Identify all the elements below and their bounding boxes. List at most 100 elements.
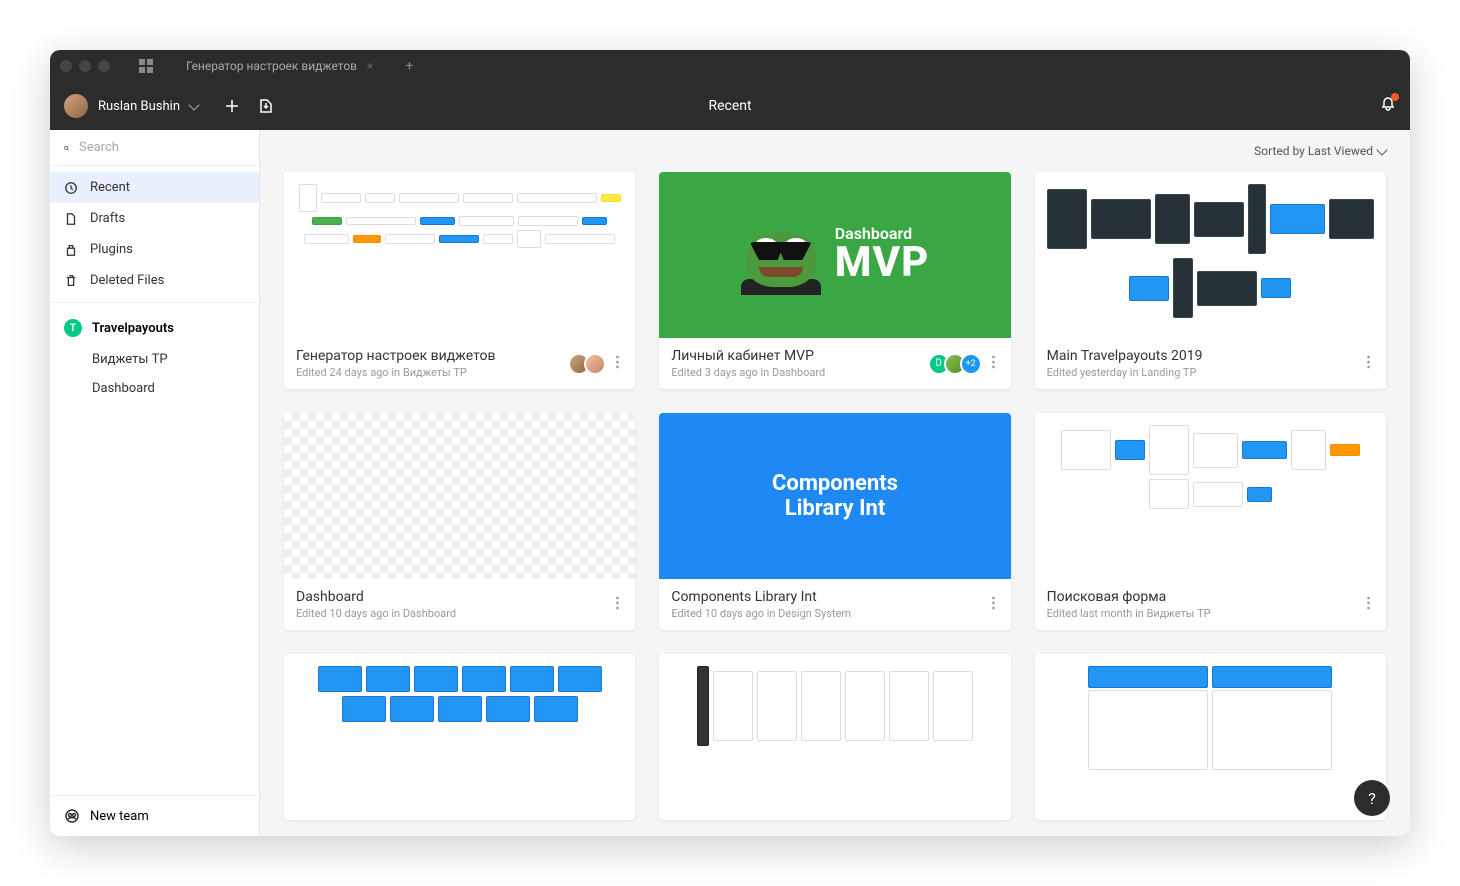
file-card[interactable]: Dashboard Edited 10 days ago in Dashboar… [284,413,635,630]
user-avatar [64,94,88,118]
user-menu[interactable]: Ruslan Bushin [64,94,198,118]
file-icon [64,212,78,226]
file-subtitle: Edited last month in Виджеты TP [1047,607,1363,620]
pepe-illustration [741,215,821,295]
file-subtitle: Edited 24 days ago in Виджеты TP [296,366,568,379]
plus-icon [224,98,240,114]
new-team-button[interactable]: New team [50,795,259,836]
sidebar-item-label: Drafts [90,211,125,226]
chevron-down-icon [1376,144,1387,155]
file-thumbnail [1035,413,1386,579]
import-icon [258,98,274,114]
main-content: Sorted by Last Viewed Генератор настроек… [260,130,1410,836]
file-title: Dashboard [296,589,612,605]
file-card[interactable] [659,654,1010,820]
minimize-window-button[interactable] [79,60,91,72]
file-subtitle: Edited 10 days ago in Design System [671,607,987,620]
project-item[interactable]: Dashboard [50,374,259,403]
file-card[interactable] [284,654,635,820]
more-icon [992,596,995,610]
search-bar [50,130,259,166]
file-title: Main Travelpayouts 2019 [1047,348,1363,364]
sort-label: Sorted by Last Viewed [1254,144,1373,158]
sidebar-item-label: Recent [90,180,130,195]
help-icon: ? [1368,789,1376,808]
thumb-text-1: Components [772,471,898,496]
file-thumbnail: Dashboard MVP [659,172,1010,338]
plugin-icon [64,243,78,257]
file-menu-button[interactable] [612,591,623,618]
clock-icon [64,181,78,195]
thumb-text-2: Library Int [785,496,886,521]
window-controls [60,60,110,72]
file-card[interactable]: Поисковая форма Edited last month in Вид… [1035,413,1386,630]
file-title: Components Library Int [671,589,987,605]
collaborator-avatar [584,353,606,375]
titlebar: Генератор настроек виджетов × + [50,50,1410,82]
file-thumbnail [1035,172,1386,338]
sidebar-item-plugins[interactable]: Plugins [50,234,259,265]
notifications-button[interactable] [1380,96,1396,116]
file-subtitle: Edited 3 days ago in Dashboard [671,366,927,379]
more-icon [616,355,619,369]
file-grid: Генератор настроек виджетов Edited 24 da… [284,172,1386,820]
sidebar-item-label: Deleted Files [90,273,164,288]
file-menu-button[interactable] [988,350,999,377]
sidebar: Recent Drafts Plugins Deleted Files T [50,130,260,836]
sidebar-item-deleted[interactable]: Deleted Files [50,265,259,296]
file-title: Личный кабинет MVP [671,348,927,364]
file-menu-button[interactable] [988,591,999,618]
search-input[interactable] [79,140,245,155]
thumb-text-2: MVP [835,242,930,284]
more-icon [992,355,995,369]
user-name: Ruslan Bushin [98,99,180,114]
chevron-down-icon [188,99,199,110]
file-thumbnail: Components Library Int [659,413,1010,579]
file-thumbnail [284,654,635,820]
file-title: Поисковая форма [1047,589,1363,605]
app-window: Генератор настроек виджетов × + Ruslan B… [50,50,1410,836]
file-menu-button[interactable] [612,350,623,377]
sort-menu[interactable]: Sorted by Last Viewed [284,130,1386,172]
file-thumbnail [1035,654,1386,820]
file-thumbnail [659,654,1010,820]
file-card[interactable]: Генератор настроек виджетов Edited 24 da… [284,172,635,389]
sidebar-item-recent[interactable]: Recent [50,172,259,203]
maximize-window-button[interactable] [98,60,110,72]
close-window-button[interactable] [60,60,72,72]
tab-file[interactable]: Генератор настроек виджетов × [172,50,387,82]
more-icon [1367,355,1370,369]
more-icon [1367,596,1370,610]
file-subtitle: Edited 10 days ago in Dashboard [296,607,612,620]
toolbar: Ruslan Bushin Recent [50,82,1410,130]
grid-icon [138,58,154,74]
trash-icon [64,274,78,288]
more-icon [616,596,619,610]
file-menu-button[interactable] [1363,350,1374,377]
tab-title: Генератор настроек виджетов [186,59,357,73]
help-button[interactable]: ? [1354,780,1390,816]
file-thumbnail [284,172,635,338]
page-title: Recent [708,98,751,114]
file-card[interactable]: Main Travelpayouts 2019 Edited yesterday… [1035,172,1386,389]
close-tab-icon[interactable]: × [367,59,373,73]
notification-indicator [1391,93,1399,101]
search-icon [64,141,69,155]
import-button[interactable] [258,98,274,114]
new-tab-button[interactable]: + [395,58,423,74]
collaborator-more: +2 [960,353,982,375]
new-team-label: New team [90,809,149,824]
file-card[interactable]: Components Library Int Components Librar… [659,413,1010,630]
sidebar-item-label: Plugins [90,242,133,257]
home-button[interactable] [128,52,164,80]
file-title: Генератор настроек виджетов [296,348,568,364]
team-row[interactable]: T Travelpayouts [50,311,259,345]
file-card[interactable]: Dashboard MVP Личный кабинет MVP Edited … [659,172,1010,389]
file-card[interactable] [1035,654,1386,820]
project-item[interactable]: Виджеты TP [50,345,259,374]
sidebar-item-drafts[interactable]: Drafts [50,203,259,234]
new-file-button[interactable] [224,98,240,114]
team-icon [64,808,80,824]
file-subtitle: Edited yesterday in Landing TP [1047,366,1363,379]
file-menu-button[interactable] [1363,591,1374,618]
